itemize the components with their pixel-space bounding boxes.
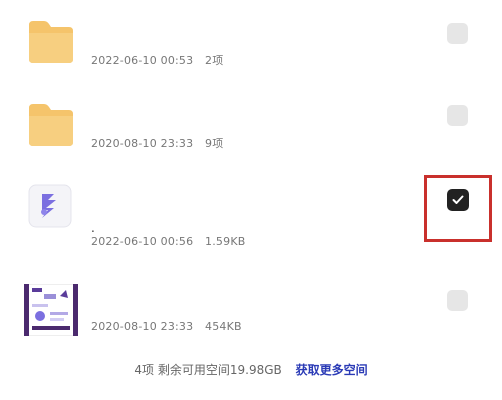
file-info: 454KB [205,320,242,333]
file-list-screen: 2022-06-10 00:53 2项 2020-08-10 23:33 9项 [0,0,502,400]
folder-icon [26,17,76,69]
storage-footer: 4项 剩余可用空间19.98GB 获取更多空间 [0,361,502,378]
file-meta: 2022-06-10 00:53 2项 [91,52,231,68]
select-checkbox[interactable] [447,105,468,126]
file-info: 1.59KB [205,235,246,248]
file-date: 2020-08-10 23:33 [91,320,194,333]
storage-summary: 4项 剩余可用空间19.98GB [134,363,282,377]
folder-icon [26,100,76,152]
get-more-space-link[interactable]: 获取更多空间 [296,363,368,377]
list-item[interactable]: 2020-08-10 23:33 454KB [0,270,502,345]
selection-highlight [424,175,492,242]
list-item[interactable]: 2020-08-10 23:33 9项 [0,85,502,175]
select-checkbox[interactable] [447,23,468,44]
file-date: 2022-06-10 00:56 [91,235,194,248]
file-meta: 2022-06-10 00:56 1.59KB [91,235,253,248]
app-file-icon [28,184,72,232]
file-date: 2022-06-10 00:53 [91,54,194,67]
file-info: 2项 [205,54,224,67]
image-thumbnail [23,283,79,340]
list-item[interactable]: 2022-06-10 00:53 2项 [0,0,502,85]
file-info: 9项 [205,137,224,150]
file-date: 2020-08-10 23:33 [91,137,194,150]
file-name: . [91,221,95,235]
file-meta: 2020-08-10 23:33 454KB [91,320,250,333]
file-meta: 2020-08-10 23:33 9项 [91,135,231,151]
select-checkbox[interactable] [447,290,468,311]
